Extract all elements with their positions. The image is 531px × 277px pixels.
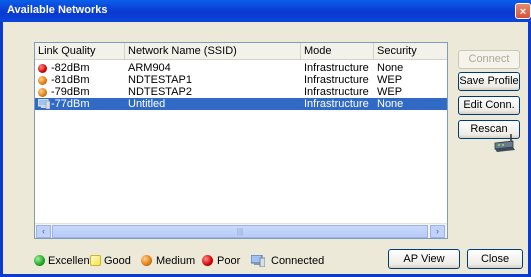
legend-poor: Poor [217,255,241,267]
link-quality: -81dBm [51,74,90,86]
excellent-signal-icon [34,255,45,266]
connected-pc-icon [38,99,50,109]
table-row-selected[interactable]: -77dBm Untitled Infrastructure None [35,98,447,110]
available-networks-window: Available Networks × Link Quality Networ… [0,0,531,277]
good-signal-icon [90,255,101,266]
edit-conn-button[interactable]: Edit Conn. [458,96,520,115]
router-icon [494,134,515,152]
connect-button[interactable]: Connect [458,50,520,69]
security: None [377,62,404,74]
security: None [377,98,404,110]
column-header-ssid[interactable]: Network Name (SSID) [125,43,301,59]
save-profile-button[interactable]: Save Profile [458,72,520,91]
ap-view-button[interactable]: AP View [388,249,460,269]
link-quality: -79dBm [51,86,90,98]
column-header-link-quality[interactable]: Link Quality [35,43,125,59]
legend-connected: Connected [271,255,325,267]
security: WEP [377,74,403,86]
mode: Infrastructure [304,86,369,98]
table-row[interactable]: -82dBm ARM904 Infrastructure None [35,62,447,74]
medium-signal-icon [38,88,47,97]
ssid: ARM904 [128,62,171,74]
mode: Infrastructure [304,74,369,86]
column-header-security[interactable]: Security [374,43,447,59]
close-window-button[interactable]: × [515,3,531,19]
link-quality: -77dBm [51,98,90,110]
column-header-mode[interactable]: Mode [301,43,374,59]
legend-medium: Medium [156,255,196,267]
ssid: Untitled [128,98,166,110]
mode: Infrastructure [304,98,369,110]
medium-signal-icon [141,255,152,266]
table-row[interactable]: -79dBm NDTESTAP2 Infrastructure WEP [35,86,447,98]
ssid: NDTESTAP2 [128,86,192,98]
list-header: Link Quality Network Name (SSID) Mode Se… [35,43,447,60]
legend-good: Good [104,255,131,267]
link-quality: -82dBm [51,62,90,74]
legend-excellent: Excellent [48,255,93,267]
connected-pc-icon [251,255,265,267]
scroll-right-button[interactable]: › [430,225,445,238]
ssid: NDTESTAP1 [128,74,192,86]
horizontal-scrollbar[interactable]: ‹ ||| › [35,223,447,238]
close-button[interactable]: Close [467,249,523,269]
poor-signal-icon [38,64,47,73]
network-list[interactable]: Link Quality Network Name (SSID) Mode Se… [34,42,448,239]
table-row[interactable]: -81dBm NDTESTAP1 Infrastructure WEP [35,74,447,86]
security: WEP [377,86,403,98]
scroll-thumb[interactable]: ||| [52,225,428,238]
medium-signal-icon [38,76,47,85]
title-bar: Available Networks × [0,0,531,22]
scroll-left-button[interactable]: ‹ [36,225,51,238]
mode: Infrastructure [304,62,369,74]
poor-signal-icon [202,255,213,266]
window-title: Available Networks [7,4,108,16]
